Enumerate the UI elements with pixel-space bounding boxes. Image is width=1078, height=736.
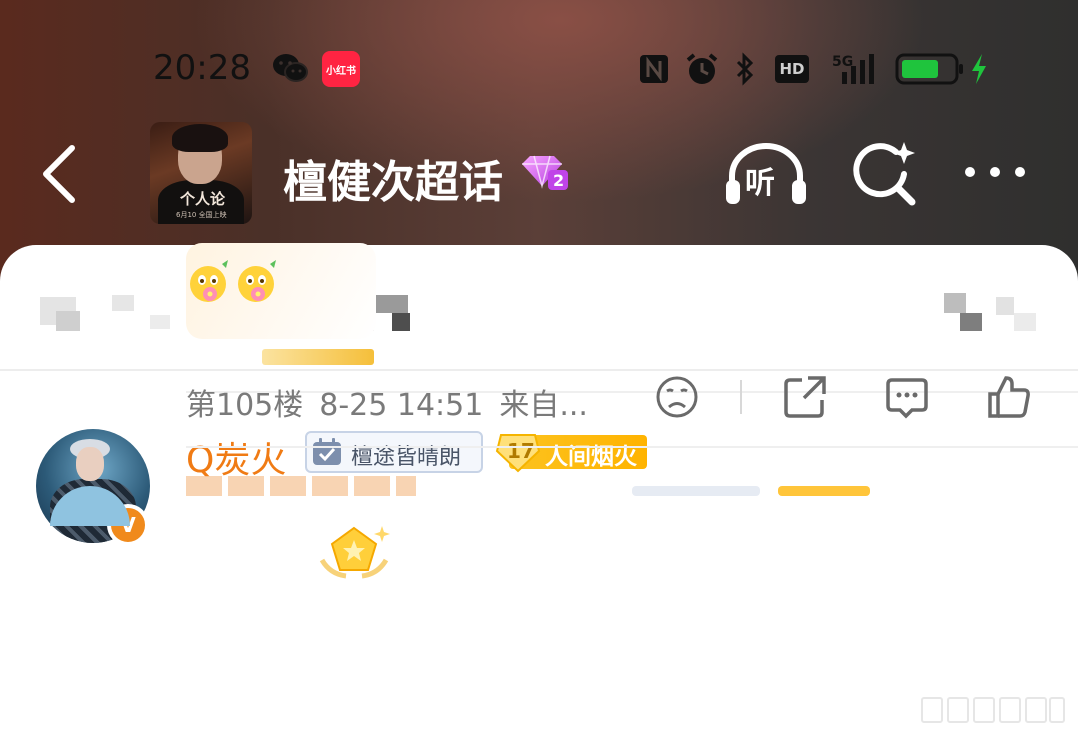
gem-level-icon: 2 [522, 155, 568, 190]
topic-cover-image[interactable]: 个人论 6月10 全国上映 [150, 122, 252, 224]
hd-icon: HD [775, 55, 809, 83]
active-tab-indicator [262, 349, 374, 365]
next-comment-level-badge [778, 486, 870, 496]
fan-level-badge[interactable]: 17 人间烟火 [495, 431, 647, 473]
cover-figure-hair [172, 124, 228, 152]
emoji-icon [238, 260, 276, 302]
floor-number: 第105楼 [186, 388, 304, 423]
comment-meta: 第105楼 8-25 14:51 来自... [186, 380, 604, 424]
search-sparkle-icon[interactable] [852, 140, 922, 206]
nfc-icon [640, 55, 668, 83]
charging-icon [972, 54, 986, 84]
divider [186, 446, 1078, 448]
wechat-icon [273, 54, 308, 82]
back-arrow-icon[interactable] [38, 142, 82, 206]
hd-label: HD [779, 60, 805, 78]
like-icon[interactable] [986, 374, 1032, 420]
fan-group-badge[interactable]: 檀途皆晴朗 [305, 431, 483, 473]
level-number: 17 [507, 439, 535, 463]
next-comment-username [186, 476, 416, 496]
calendar-check-icon [313, 438, 341, 465]
fan-group-label: 檀途皆晴朗 [351, 445, 462, 470]
listen-label[interactable]: 听 [745, 158, 775, 202]
comment-source: 来自... [499, 388, 588, 423]
next-comment-badge [632, 486, 760, 496]
action-separator [740, 380, 742, 414]
emoji-icon [190, 260, 228, 302]
more-dots-icon[interactable] [960, 160, 1030, 184]
blurred-tab-row [0, 285, 1078, 335]
cover-title: 个人论 [180, 190, 226, 208]
svg-text:5G: 5G [832, 54, 853, 70]
bluetooth-icon [736, 52, 754, 86]
topic-title: 檀健次超话 [283, 157, 503, 208]
signal-5g-icon: 5G [832, 54, 874, 84]
status-time: 20:28 [153, 48, 251, 88]
status-bar: 20:28 小红书 HD 5G [0, 40, 1078, 100]
alarm-icon [686, 53, 718, 84]
dislike-face-icon[interactable] [654, 374, 700, 420]
svg-text:2: 2 [553, 171, 564, 190]
level-title: 人间烟火 [545, 444, 637, 470]
divider [0, 369, 1078, 371]
comment-icon[interactable] [884, 374, 930, 420]
cover-subtitle: 6月10 全国上映 [176, 211, 227, 219]
share-icon[interactable] [782, 374, 828, 420]
content-card: V Q炭火 檀途皆晴朗 17 人间烟火 [0, 245, 1078, 736]
watermark-icon [921, 697, 1065, 723]
battery-icon [895, 53, 963, 85]
avatar-figure-face [76, 447, 104, 481]
star-pentagon-icon [319, 526, 390, 579]
comment-date: 8-25 14:51 [319, 388, 484, 423]
xiaohongshu-icon: 小红书 [322, 51, 360, 87]
